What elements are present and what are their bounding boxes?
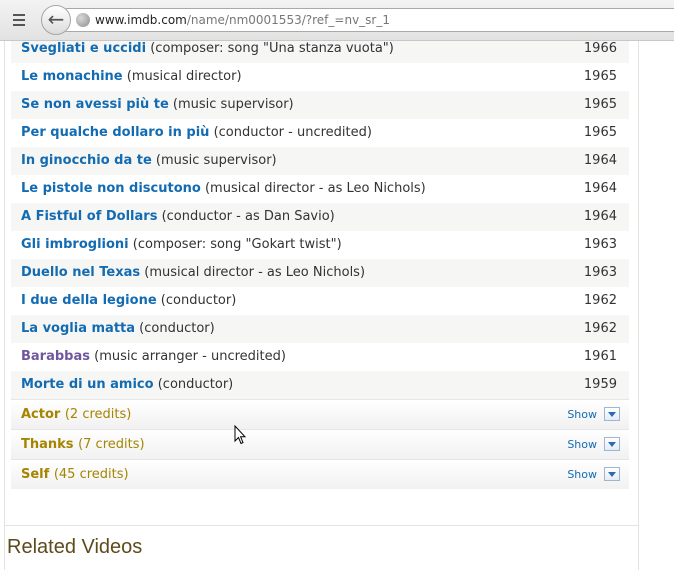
credit-year: 1966 xyxy=(583,41,617,56)
section-name: Thanks xyxy=(21,437,74,452)
credit-role: (conductor - as Dan Savio) xyxy=(161,209,335,224)
credit-year: 1963 xyxy=(583,265,617,280)
back-arrow-icon[interactable]: ← xyxy=(41,5,71,35)
film-title-link[interactable]: Duello nel Texas xyxy=(21,265,140,280)
film-title-link[interactable]: In ginocchio da te xyxy=(21,153,152,168)
filmography-list: Per pochi dollari ancora (composer: them… xyxy=(11,41,629,489)
mouse-cursor-icon xyxy=(234,425,246,445)
credit-cell: Svegliati e uccidi (composer: song "Una … xyxy=(21,41,394,63)
credit-role: (conductor) xyxy=(139,321,215,336)
credit-role: (conductor) xyxy=(157,377,234,392)
filmography-panel: Per pochi dollari ancora (composer: them… xyxy=(4,41,639,559)
filmography-section-header[interactable]: Actor (2 credits) Show xyxy=(11,399,629,429)
filmography-section-header[interactable]: Self (45 credits) Show xyxy=(11,459,629,489)
credit-role: (musical director - as Leo Nichols) xyxy=(144,265,366,280)
section-name: Actor xyxy=(21,407,61,422)
credit-cell: In ginocchio da te (music supervisor) xyxy=(21,147,277,175)
credit-role: (composer: song "Una stanza vuota") xyxy=(150,41,394,56)
section-title[interactable]: Self (45 credits) xyxy=(21,460,129,489)
credit-year: 1965 xyxy=(583,69,617,84)
url-text: www.imdb.com/name/nm0001553/?ref_=nv_sr_… xyxy=(95,13,390,27)
globe-icon xyxy=(76,13,90,27)
filmography-row: Svegliati e uccidi (composer: song "Una … xyxy=(11,41,629,63)
related-videos-panel: Related Videos xyxy=(4,525,639,570)
filmography-row: Le monachine (musical director) 1965 xyxy=(11,63,629,91)
credit-role: (musical director) xyxy=(126,69,242,84)
url-path: /name/nm0001553/?ref_=nv_sr_1 xyxy=(186,13,390,27)
credit-cell: Le pistole non discutono (musical direct… xyxy=(21,175,426,203)
filmography-row: Se non avessi più te (music supervisor) 1… xyxy=(11,91,629,119)
film-title-link[interactable]: Se non avessi più te xyxy=(21,97,169,112)
url-domain: www.imdb.com xyxy=(95,13,187,27)
credit-year: 1964 xyxy=(583,153,617,168)
expand-arrow-icon[interactable] xyxy=(604,437,620,451)
film-title-link[interactable]: Gli imbroglioni xyxy=(21,237,129,252)
credit-year: 1962 xyxy=(583,321,617,336)
credit-year: 1964 xyxy=(583,181,617,196)
filmography-row: I due della legione (conductor) 1962 xyxy=(11,287,629,315)
filmography-row: In ginocchio da te (music supervisor) 196… xyxy=(11,147,629,175)
film-title-link[interactable]: Svegliati e uccidi xyxy=(21,41,146,56)
credit-year: 1962 xyxy=(583,293,617,308)
filmography-row: Per qualche dollaro in più (conductor - … xyxy=(11,119,629,147)
filmography-row: Gli imbroglioni (composer: song "Gokart … xyxy=(11,231,629,259)
url-bar[interactable]: www.imdb.com/name/nm0001553/?ref_=nv_sr_… xyxy=(66,8,674,32)
credit-cell: A Fistful of Dollars (conductor - as Dan… xyxy=(21,203,335,231)
filmography-row: Barabbas (music arranger - uncredited) 19… xyxy=(11,343,629,371)
credit-role: (music supervisor) xyxy=(172,97,294,112)
filmography-row: A Fistful of Dollars (conductor - as Dan… xyxy=(11,203,629,231)
credit-year: 1963 xyxy=(583,237,617,252)
expand-arrow-icon[interactable] xyxy=(604,407,620,421)
credit-cell: Per qualche dollaro in più (conductor - … xyxy=(21,119,372,147)
filmography-section-header[interactable]: Thanks (7 credits) Show xyxy=(11,429,629,459)
film-title-link[interactable]: A Fistful of Dollars xyxy=(21,209,157,224)
credit-year: 1959 xyxy=(583,377,617,392)
page-content: Per pochi dollari ancora (composer: them… xyxy=(0,41,674,570)
section-count: (45 credits) xyxy=(53,467,129,482)
film-title-link[interactable]: La voglia matta xyxy=(21,321,135,336)
credit-role: (composer: song "Gokart twist") xyxy=(132,237,342,252)
credit-year: 1964 xyxy=(583,209,617,224)
film-title-link[interactable]: Le pistole non discutono xyxy=(21,181,201,196)
credit-year: 1961 xyxy=(583,349,617,364)
browser-toolbar: www.imdb.com/name/nm0001553/?ref_=nv_sr_… xyxy=(0,0,674,41)
section-title[interactable]: Thanks (7 credits) xyxy=(21,430,145,459)
section-count: (7 credits) xyxy=(78,437,145,452)
section-name: Self xyxy=(21,467,50,482)
filmography-row: Morte di un amico (conductor) 1959 xyxy=(11,371,629,399)
credit-role: (conductor - uncredited) xyxy=(213,125,372,140)
filmography-row: La voglia matta (conductor) 1962 xyxy=(11,315,629,343)
film-title-link[interactable]: Morte di un amico xyxy=(21,377,154,392)
section-title[interactable]: Actor (2 credits) xyxy=(21,400,131,429)
show-link[interactable]: Show xyxy=(567,430,597,459)
film-title-link[interactable]: Barabbas xyxy=(21,349,90,364)
credit-year: 1965 xyxy=(583,125,617,140)
credit-cell: Barabbas (music arranger - uncredited) xyxy=(21,343,286,371)
credit-cell: Gli imbroglioni (composer: song "Gokart … xyxy=(21,231,342,259)
section-count: (2 credits) xyxy=(64,407,132,422)
credit-cell: La voglia matta (conductor) xyxy=(21,315,215,343)
menu-icon[interactable] xyxy=(8,10,30,30)
credit-cell: Le monachine (musical director) xyxy=(21,63,242,91)
expand-arrow-icon[interactable] xyxy=(604,467,620,481)
credit-cell: I due della legione (conductor) xyxy=(21,287,236,315)
credit-role: (music arranger - uncredited) xyxy=(94,349,286,364)
show-link[interactable]: Show xyxy=(567,460,597,489)
film-title-link[interactable]: Per qualche dollaro in più xyxy=(21,125,209,140)
related-videos-heading: Related Videos xyxy=(7,536,143,558)
credit-role: (music supervisor) xyxy=(155,153,277,168)
show-link[interactable]: Show xyxy=(567,400,597,429)
film-title-link[interactable]: Le monachine xyxy=(21,69,123,84)
credit-role: (conductor) xyxy=(160,293,237,308)
film-title-link[interactable]: I due della legione xyxy=(21,293,157,308)
credit-year: 1965 xyxy=(583,97,617,112)
credit-role: (musical director - as Leo Nichols) xyxy=(204,181,426,196)
credit-cell: Duello nel Texas (musical director - as … xyxy=(21,259,365,287)
filmography-row: Duello nel Texas (musical director - as … xyxy=(11,259,629,287)
credit-cell: Se non avessi più te (music supervisor) xyxy=(21,91,294,119)
credit-cell: Morte di un amico (conductor) xyxy=(21,371,233,399)
filmography-row: Le pistole non discutono (musical direct… xyxy=(11,175,629,203)
